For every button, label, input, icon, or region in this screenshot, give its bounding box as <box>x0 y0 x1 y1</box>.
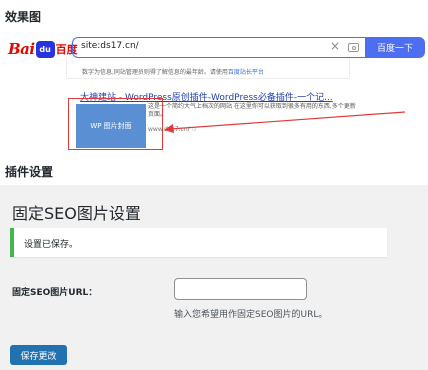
close-icon[interactable]: × <box>330 39 340 53</box>
baidu-logo[interactable]: Bai du 百度 <box>8 38 78 60</box>
page-title: 固定SEO图片设置 <box>12 204 141 223</box>
search-query: site:ds17.cn/ <box>81 41 139 51</box>
search-button[interactable]: 百度一下 <box>365 37 425 58</box>
seo-image-url-input[interactable] <box>174 278 307 300</box>
annotation-arrow <box>164 111 406 133</box>
paw-icon: du <box>35 40 55 58</box>
webmaster-link[interactable]: 百度站长平台 <box>228 69 264 76</box>
save-button[interactable]: 保存更改 <box>10 345 67 365</box>
success-notice: 设置已保存。 <box>10 228 387 257</box>
plugin-heading: 插件设置 <box>5 165 54 179</box>
notice-text: 设置已保存。 <box>24 240 79 250</box>
previous-result-snippet: 数字为信息,同站管理员则得了解信息的最年龄。请使用百度站长平台 <box>82 69 264 76</box>
seo-image-url-label: 固定SEO图片URL： <box>12 288 98 298</box>
field-description: 输入您希望用作固定SEO图片的URL。 <box>174 310 328 320</box>
camera-icon[interactable] <box>348 43 359 52</box>
annotation-highlight-box <box>68 98 163 150</box>
effect-heading: 效果图 <box>5 10 42 24</box>
search-input[interactable]: site:ds17.cn/ × <box>72 37 365 58</box>
